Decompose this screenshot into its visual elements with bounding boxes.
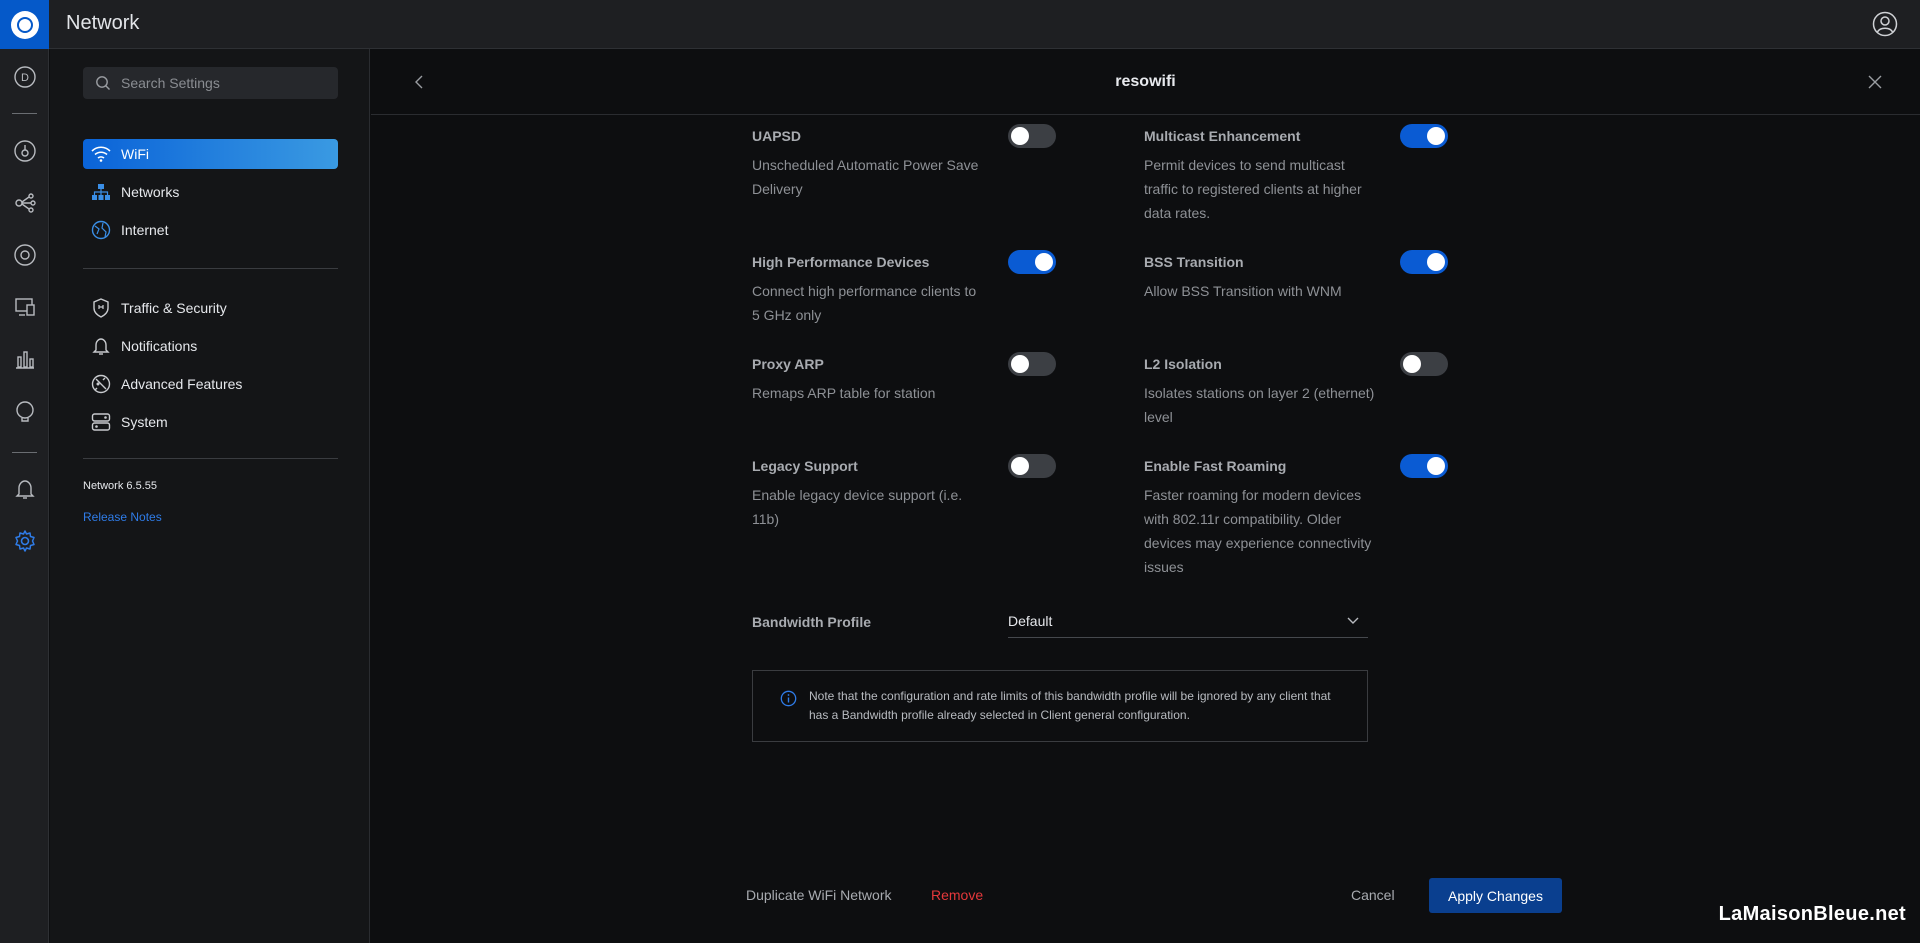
monitor-icon[interactable] — [12, 294, 38, 320]
duplicate-wifi-network-button[interactable]: Duplicate WiFi Network — [746, 887, 891, 903]
sidebar-item-label: Networks — [121, 184, 180, 200]
alerts-bell-icon[interactable] — [12, 476, 38, 502]
sidebar-item-label: WiFi — [121, 146, 149, 162]
sidebar-item-label: Notifications — [121, 338, 198, 354]
remove-button[interactable]: Remove — [931, 887, 983, 903]
proxy-arp-toggle[interactable] — [1008, 352, 1056, 376]
search-icon — [96, 76, 110, 90]
sidebar-item-label: Internet — [121, 222, 169, 238]
clients-icon[interactable] — [12, 242, 38, 268]
sidebar-item-notifications[interactable]: Notifications — [83, 331, 338, 361]
logo-icon — [10, 10, 39, 39]
app-version: Network 6.5.55 — [83, 480, 157, 492]
ubiquiti-logo-button[interactable] — [0, 0, 49, 49]
setting-description: Enable legacy device support (i.e. 11b) — [752, 487, 963, 527]
high-performance-devices-toggle[interactable] — [1008, 250, 1056, 274]
bandwidth-info-note: Note that the configuration and rate lim… — [752, 670, 1368, 742]
sidebar-item-networks[interactable]: Networks — [83, 177, 338, 207]
system-icon — [90, 411, 112, 433]
app-title: Network — [66, 12, 140, 34]
sidebar-item-system[interactable]: System — [83, 407, 338, 437]
uapsd-toggle[interactable] — [1008, 124, 1056, 148]
sidebar-item-label: System — [121, 414, 168, 430]
networks-icon — [90, 181, 112, 203]
sidebar-divider — [83, 458, 338, 459]
setting-title: Legacy Support — [752, 458, 858, 474]
topology-icon[interactable] — [12, 138, 38, 164]
sidebar-item-traffic-security[interactable]: Traffic & Security — [83, 293, 338, 323]
setting-description: Connect high performance clients to 5 GH… — [752, 283, 977, 323]
advanced-features-icon — [90, 373, 112, 395]
bandwidth-profile-select[interactable]: Default — [1008, 604, 1368, 638]
setting-description: Permit devices to send multicast traffic… — [1144, 157, 1362, 221]
wifi-icon — [90, 143, 112, 165]
setting-description: Isolates stations on layer 2 (ethernet) … — [1144, 385, 1375, 425]
l2-isolation-toggle[interactable] — [1400, 352, 1448, 376]
chevron-down-icon — [1347, 617, 1359, 624]
legacy-support-toggle[interactable] — [1008, 454, 1056, 478]
info-icon — [780, 690, 797, 707]
setting-description: Unscheduled Automatic Power Save Deliver… — [752, 157, 979, 197]
sidebar-item-label: Advanced Features — [121, 376, 243, 392]
setting-title: Multicast Enhancement — [1144, 128, 1301, 144]
setting-legacy-support: Legacy Support Enable legacy device supp… — [752, 458, 1112, 531]
setting-uapsd: UAPSD Unscheduled Automatic Power Save D… — [752, 128, 1112, 201]
sidebar-item-advanced-features[interactable]: Advanced Features — [83, 369, 338, 399]
shield-icon — [90, 297, 112, 319]
setting-title: L2 Isolation — [1144, 356, 1222, 372]
setting-l2-isolation: L2 Isolation Isolates stations on layer … — [1144, 356, 1504, 429]
enable-fast-roaming-toggle[interactable] — [1400, 454, 1448, 478]
bandwidth-profile-value: Default — [1008, 612, 1053, 629]
devices-icon[interactable] — [12, 190, 38, 216]
top-bar: Network — [0, 0, 1920, 49]
setting-title: High Performance Devices — [752, 254, 930, 270]
bss-transition-toggle[interactable] — [1400, 250, 1448, 274]
settings-sidebar: WiFi Networks Internet Traffic & Securit… — [50, 49, 370, 943]
sidebar-item-internet[interactable]: Internet — [83, 215, 338, 245]
search-box[interactable] — [83, 67, 338, 99]
sidebar-item-wifi[interactable]: WiFi — [83, 139, 338, 169]
close-icon[interactable] — [1866, 73, 1884, 91]
setting-title: Proxy ARP — [752, 356, 824, 372]
multicast-enhancement-toggle[interactable] — [1400, 124, 1448, 148]
setting-title: Enable Fast Roaming — [1144, 458, 1287, 474]
settings-gear-icon[interactable] — [12, 528, 38, 554]
note-text: Note that the configuration and rate lim… — [809, 689, 1331, 722]
statistics-icon[interactable] — [12, 346, 38, 372]
svg-text:D: D — [21, 72, 29, 84]
setting-description: Allow BSS Transition with WNM — [1144, 283, 1342, 299]
left-rail: D — [0, 49, 49, 943]
setting-title: UAPSD — [752, 128, 802, 144]
setting-bss-transition: BSS Transition Allow BSS Transition with… — [1144, 254, 1504, 303]
bell-icon — [90, 335, 112, 357]
user-account-icon[interactable] — [1872, 11, 1898, 37]
sidebar-divider — [83, 268, 338, 269]
cancel-button[interactable]: Cancel — [1351, 887, 1395, 903]
setting-multicast-enhancement: Multicast Enhancement Permit devices to … — [1144, 128, 1504, 225]
setting-description: Faster roaming for modern devices with 8… — [1144, 487, 1372, 575]
bandwidth-profile-label: Bandwidth Profile — [752, 614, 871, 630]
release-notes-link[interactable]: Release Notes — [83, 510, 162, 524]
setting-enable-fast-roaming: Enable Fast Roaming Faster roaming for m… — [1144, 458, 1504, 579]
dashboard-icon[interactable]: D — [12, 64, 38, 90]
setting-description: Remaps ARP table for station — [752, 385, 936, 401]
watermark-text: LaMaisonBleue.net — [1718, 903, 1906, 925]
page-title: resowifi — [1115, 73, 1176, 90]
rail-divider — [12, 113, 37, 114]
sidebar-item-label: Traffic & Security — [121, 300, 227, 316]
setting-high-performance-devices: High Performance Devices Connect high pe… — [752, 254, 1112, 327]
setting-title: BSS Transition — [1144, 254, 1244, 270]
apply-changes-button[interactable]: Apply Changes — [1429, 878, 1562, 913]
setting-proxy-arp: Proxy ARP Remaps ARP table for station — [752, 356, 1112, 405]
globe-icon — [90, 219, 112, 241]
search-input[interactable] — [121, 75, 321, 91]
panel-header: resowifi — [371, 49, 1920, 115]
rail-divider — [12, 452, 37, 453]
insights-icon[interactable] — [12, 398, 38, 424]
